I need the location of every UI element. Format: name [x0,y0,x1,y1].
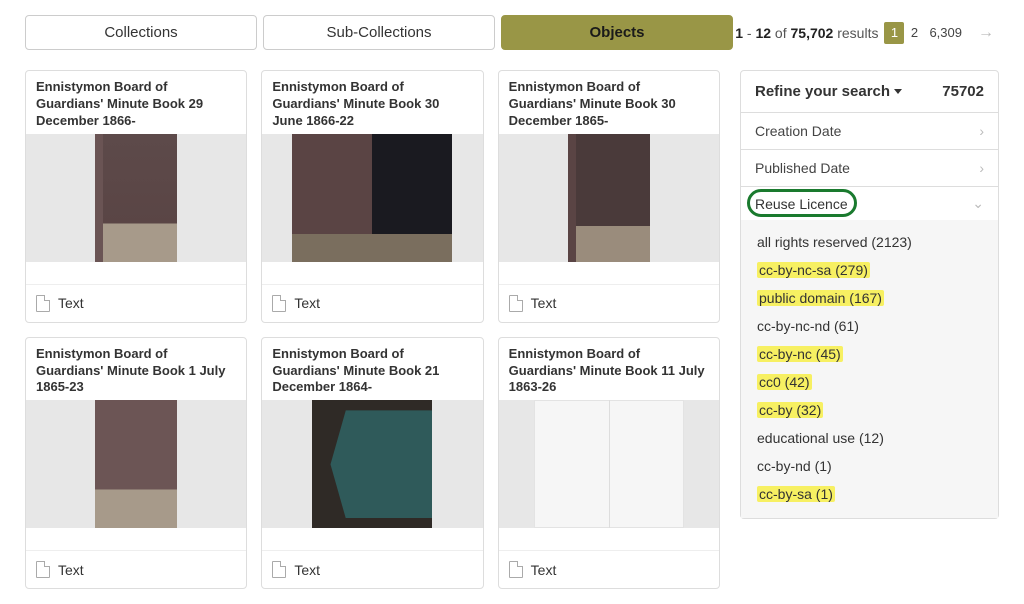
refine-title[interactable]: Refine your search [755,83,902,100]
card-type: Text [531,295,557,311]
card-type: Text [294,562,320,578]
facet-option[interactable]: educational use (12) [755,424,984,452]
facet-option[interactable]: all rights reserved (2123) [755,228,984,256]
card-title: Ennistymon Board of Guardians' Minute Bo… [26,338,246,401]
results-grid: Ennistymon Board of Guardians' Minute Bo… [25,70,720,589]
book-cover-icon [534,400,684,528]
card-thumbnail [262,134,482,262]
document-icon [272,561,286,578]
tab-collections[interactable]: Collections [25,15,257,50]
card-footer: Text [499,284,719,322]
facet-options: all rights reserved (2123)cc-by-nc-sa (2… [741,220,998,518]
facet-option[interactable]: cc-by-nc-sa (279) [755,256,984,284]
chevron-down-icon: ⌄ [972,195,984,212]
facet-option[interactable]: cc-by-nd (1) [755,452,984,480]
chevron-right-icon: › [979,160,984,176]
result-card[interactable]: Ennistymon Board of Guardians' Minute Bo… [261,337,483,590]
card-thumbnail [26,134,246,262]
facet-option[interactable]: public domain (167) [755,284,984,312]
card-title: Ennistymon Board of Guardians' Minute Bo… [262,71,482,134]
card-footer: Text [26,550,246,588]
card-footer: Text [499,550,719,588]
facet-row[interactable]: Creation Date› [741,112,998,149]
result-card[interactable]: Ennistymon Board of Guardians' Minute Bo… [261,70,483,323]
document-icon [509,295,523,312]
card-type: Text [58,295,84,311]
results-summary: 1 - 12 of 75,702 results [735,25,878,41]
card-thumbnail [262,400,482,528]
chevron-right-icon: › [979,123,984,139]
next-page-icon[interactable]: → [973,22,999,44]
book-cover-icon [312,400,432,528]
card-type: Text [58,562,84,578]
book-cover-icon [95,400,177,528]
tabs: Collections Sub-Collections Objects [25,15,733,50]
facet-reuse-licence[interactable]: Reuse Licence ⌄ [741,186,998,220]
facet-option[interactable]: cc0 (42) [755,368,984,396]
document-icon [272,295,286,312]
document-icon [509,561,523,578]
result-card[interactable]: Ennistymon Board of Guardians' Minute Bo… [25,70,247,323]
page-1[interactable]: 1 [884,22,904,44]
card-title: Ennistymon Board of Guardians' Minute Bo… [262,338,482,401]
tab-objects[interactable]: Objects [501,15,733,50]
caret-down-icon [894,89,902,94]
book-cover-icon [95,134,177,262]
facet-option[interactable]: cc-by-nc (45) [755,340,984,368]
card-thumbnail [499,134,719,262]
document-icon [36,295,50,312]
card-thumbnail [26,400,246,528]
refine-count: 75702 [942,83,984,100]
refine-panel: Refine your search 75702 Creation Date›P… [740,70,999,519]
card-title: Ennistymon Board of Guardians' Minute Bo… [499,338,719,401]
card-footer: Text [262,550,482,588]
book-cover-icon [568,134,650,262]
card-footer: Text [262,284,482,322]
document-icon [36,561,50,578]
card-footer: Text [26,284,246,322]
facet-option[interactable]: cc-by-nc-nd (61) [755,312,984,340]
result-card[interactable]: Ennistymon Board of Guardians' Minute Bo… [25,337,247,590]
tab-sub-collections[interactable]: Sub-Collections [263,15,495,50]
page-6,309[interactable]: 6,309 [924,22,967,44]
page-2[interactable]: 2 [904,22,924,44]
card-title: Ennistymon Board of Guardians' Minute Bo… [499,71,719,134]
result-card[interactable]: Ennistymon Board of Guardians' Minute Bo… [498,337,720,590]
facet-option[interactable]: cc-by (32) [755,396,984,424]
facet-row[interactable]: Published Date› [741,149,998,186]
facet-option[interactable]: cc-by-sa (1) [755,480,984,508]
card-type: Text [294,295,320,311]
card-thumbnail [499,400,719,528]
result-card[interactable]: Ennistymon Board of Guardians' Minute Bo… [498,70,720,323]
card-title: Ennistymon Board of Guardians' Minute Bo… [26,71,246,134]
card-type: Text [531,562,557,578]
book-cover-icon [292,134,452,262]
pagination: 1 - 12 of 75,702 results 126,309 → [735,22,999,44]
